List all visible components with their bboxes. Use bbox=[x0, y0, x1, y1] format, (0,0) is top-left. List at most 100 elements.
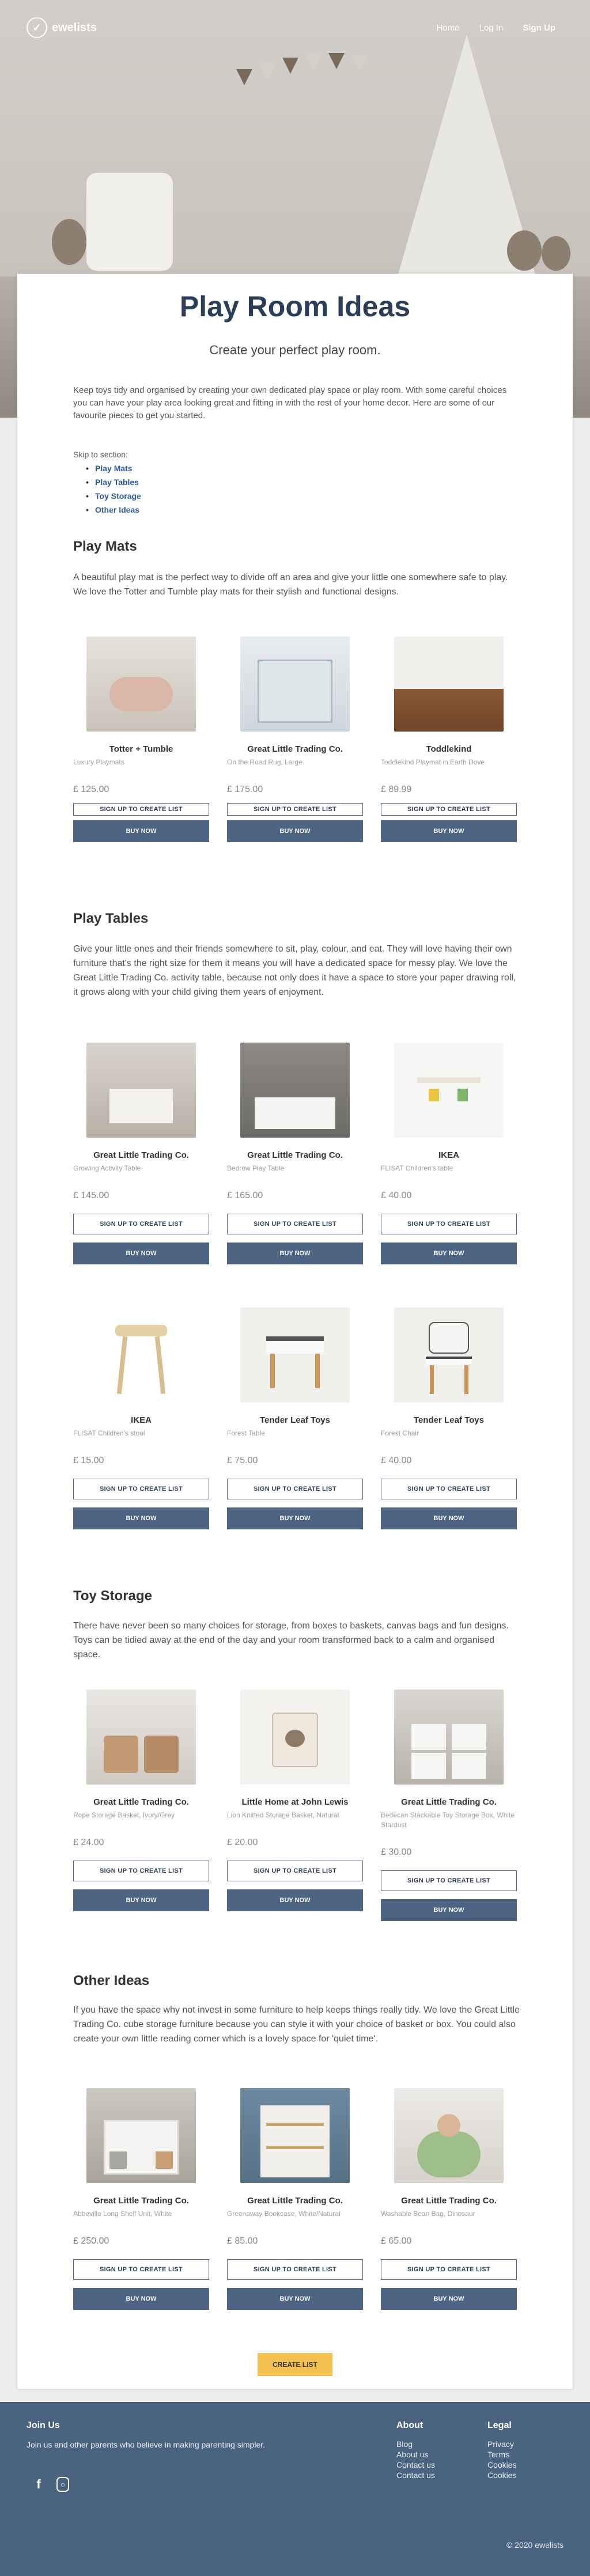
page-title: Play Room Ideas bbox=[179, 290, 411, 323]
footer-link-cookies-2[interactable]: Cookies bbox=[487, 2470, 517, 2480]
sign-up-button[interactable]: SIGN UP TO CREATE LIST bbox=[227, 1214, 363, 1234]
logo[interactable]: ✓ ewelists bbox=[27, 17, 97, 38]
sign-up-button[interactable]: SIGN UP TO CREATE LIST bbox=[73, 1479, 209, 1499]
product-image[interactable] bbox=[394, 1043, 504, 1138]
product-image[interactable] bbox=[86, 2088, 196, 2183]
create-list-button[interactable]: CREATE LIST bbox=[258, 2353, 332, 2376]
product-image[interactable] bbox=[394, 1689, 504, 1785]
sign-up-button[interactable]: SIGN UP TO CREATE LIST bbox=[227, 1861, 363, 1881]
sign-up-button[interactable]: SIGN UP TO CREATE LIST bbox=[381, 1479, 517, 1499]
product-card: Great Little Trading Co. Growing Activit… bbox=[73, 1043, 209, 1264]
product-name: FLISAT Children's stool bbox=[73, 1429, 145, 1437]
product-image[interactable] bbox=[240, 1308, 350, 1403]
skip-link-toy-storage[interactable]: Toy Storage bbox=[73, 489, 141, 503]
product-image[interactable] bbox=[240, 637, 350, 732]
sign-up-button[interactable]: SIGN UP TO CREATE LIST bbox=[227, 803, 363, 816]
buy-now-button[interactable]: BUY NOW bbox=[381, 1242, 517, 1264]
nav-signup-link[interactable]: Sign Up bbox=[523, 23, 555, 33]
buy-now-button[interactable]: BUY NOW bbox=[227, 820, 363, 842]
buy-now-button[interactable]: BUY NOW bbox=[381, 1507, 517, 1529]
footer: Join Us Join us and other parents who be… bbox=[0, 2402, 590, 2576]
buy-now-button[interactable]: BUY NOW bbox=[227, 2288, 363, 2310]
product-image[interactable] bbox=[394, 2088, 504, 2183]
product-image[interactable] bbox=[86, 637, 196, 732]
product-card: IKEA FLISAT Children's table £ 40.00 SIG… bbox=[381, 1043, 517, 1264]
sign-up-button[interactable]: SIGN UP TO CREATE LIST bbox=[73, 1861, 209, 1881]
product-image[interactable] bbox=[86, 1689, 196, 1785]
buy-now-button[interactable]: BUY NOW bbox=[73, 1242, 209, 1264]
product-card: Great Little Trading Co. Rope Storage Ba… bbox=[73, 1689, 209, 1911]
product-name: Lion Knitted Storage Basket, Natural bbox=[227, 1811, 339, 1819]
footer-about-links: Blog About us Contact us Contact us bbox=[396, 2439, 435, 2480]
product-brand: Tender Leaf Toys bbox=[414, 1415, 484, 1425]
nav-home-link[interactable]: Home bbox=[437, 23, 460, 33]
product-image[interactable] bbox=[394, 637, 504, 732]
section-title-play-mats: Play Mats bbox=[73, 539, 137, 554]
product-brand: Toddlekind bbox=[426, 744, 472, 754]
product-brand: Little Home at John Lewis bbox=[241, 1797, 349, 1807]
sign-up-button[interactable]: SIGN UP TO CREATE LIST bbox=[227, 2259, 363, 2280]
product-card: Toddlekind Toddlekind Playmat in Earth D… bbox=[381, 637, 517, 842]
skip-label: Skip to section: bbox=[73, 450, 128, 459]
footer-link-contact-2[interactable]: Contact us bbox=[396, 2470, 435, 2480]
buy-now-button[interactable]: BUY NOW bbox=[381, 1899, 517, 1921]
facebook-icon[interactable]: f bbox=[32, 2476, 45, 2493]
product-brand: Great Little Trading Co. bbox=[93, 1150, 189, 1160]
sign-up-button[interactable]: SIGN UP TO CREATE LIST bbox=[381, 2259, 517, 2280]
skip-link-play-tables[interactable]: Play Tables bbox=[73, 475, 141, 489]
content-card: Play Room Ideas Create your perfect play… bbox=[17, 274, 573, 2389]
product-price: £ 250.00 bbox=[73, 2236, 109, 2246]
product-image[interactable] bbox=[394, 1308, 504, 1403]
product-price: £ 40.00 bbox=[381, 1456, 412, 1465]
buy-now-button[interactable]: BUY NOW bbox=[73, 820, 209, 842]
sign-up-button[interactable]: SIGN UP TO CREATE LIST bbox=[73, 1214, 209, 1234]
section-desc-toy-storage: There have never been so many choices fo… bbox=[73, 1621, 509, 1660]
product-price: £ 40.00 bbox=[381, 1191, 412, 1200]
buy-now-button[interactable]: BUY NOW bbox=[73, 2288, 209, 2310]
product-card: IKEA FLISAT Children's stool £ 15.00 SIG… bbox=[73, 1308, 209, 1529]
product-image[interactable] bbox=[240, 1689, 350, 1785]
sign-up-button[interactable]: SIGN UP TO CREATE LIST bbox=[227, 1479, 363, 1499]
sign-up-button[interactable]: SIGN UP TO CREATE LIST bbox=[73, 803, 209, 816]
sign-up-button[interactable]: SIGN UP TO CREATE LIST bbox=[381, 1870, 517, 1891]
footer-link-contact[interactable]: Contact us bbox=[396, 2460, 435, 2470]
product-price: £ 20.00 bbox=[227, 1838, 258, 1847]
product-image[interactable] bbox=[86, 1308, 196, 1403]
product-image[interactable] bbox=[240, 2088, 350, 2183]
product-price: £ 125.00 bbox=[73, 785, 109, 794]
footer-link-about[interactable]: About us bbox=[396, 2449, 435, 2460]
buy-now-button[interactable]: BUY NOW bbox=[381, 820, 517, 842]
footer-join-title: Join Us bbox=[27, 2420, 60, 2430]
footer-legal-links: Privacy Terms Cookies Cookies bbox=[487, 2439, 517, 2480]
footer-link-cookies[interactable]: Cookies bbox=[487, 2460, 517, 2470]
footer-link-terms[interactable]: Terms bbox=[487, 2449, 517, 2460]
product-card: Tender Leaf Toys Forest Table £ 75.00 SI… bbox=[227, 1308, 363, 1529]
nav-login-link[interactable]: Log In bbox=[479, 23, 504, 33]
product-price: £ 15.00 bbox=[73, 1456, 104, 1465]
footer-link-blog[interactable]: Blog bbox=[396, 2439, 435, 2449]
sign-up-button[interactable]: SIGN UP TO CREATE LIST bbox=[381, 1214, 517, 1234]
buy-now-button[interactable]: BUY NOW bbox=[227, 1507, 363, 1529]
skip-link-other-ideas[interactable]: Other Ideas bbox=[73, 503, 141, 517]
product-card: Tender Leaf Toys Forest Chair £ 40.00 SI… bbox=[381, 1308, 517, 1529]
product-card: Great Little Trading Co. On the Road Rug… bbox=[227, 637, 363, 842]
section-desc-play-mats: A beautiful play mat is the perfect way … bbox=[73, 573, 508, 597]
sign-up-button[interactable]: SIGN UP TO CREATE LIST bbox=[73, 2259, 209, 2280]
logo-icon: ✓ bbox=[27, 17, 47, 38]
product-card: Totter + Tumble Luxury Playmats £ 125.00… bbox=[73, 637, 209, 842]
product-card: Great Little Trading Co. Bedrow Play Tab… bbox=[227, 1043, 363, 1264]
product-image[interactable] bbox=[240, 1043, 350, 1138]
buy-now-button[interactable]: BUY NOW bbox=[227, 1242, 363, 1264]
footer-link-privacy[interactable]: Privacy bbox=[487, 2439, 517, 2449]
buy-now-button[interactable]: BUY NOW bbox=[73, 1507, 209, 1529]
product-brand: Great Little Trading Co. bbox=[247, 2196, 343, 2206]
product-image[interactable] bbox=[86, 1043, 196, 1138]
skip-link-play-mats[interactable]: Play Mats bbox=[73, 461, 141, 475]
buy-now-button[interactable]: BUY NOW bbox=[381, 2288, 517, 2310]
buy-now-button[interactable]: BUY NOW bbox=[227, 1889, 363, 1911]
product-price: £ 85.00 bbox=[227, 2236, 258, 2246]
buy-now-button[interactable]: BUY NOW bbox=[73, 1889, 209, 1911]
product-brand: Great Little Trading Co. bbox=[93, 1797, 189, 1807]
sign-up-button[interactable]: SIGN UP TO CREATE LIST bbox=[381, 803, 517, 816]
instagram-icon[interactable]: ○ bbox=[56, 2477, 69, 2492]
